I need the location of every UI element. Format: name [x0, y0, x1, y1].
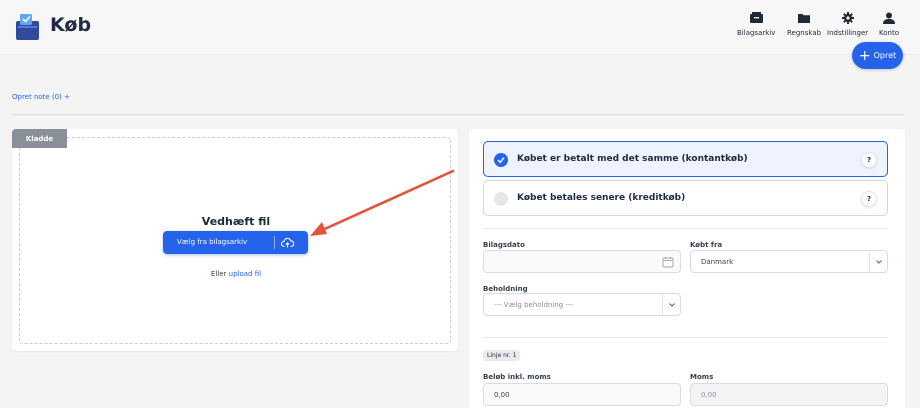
date-label: Bilagsdato: [483, 241, 525, 249]
upload-file-link[interactable]: upload fil: [229, 270, 261, 278]
vat-value: 0,00: [701, 391, 717, 399]
help-icon[interactable]: ?: [861, 152, 877, 168]
attachment-card: Vedhæft fil Vælg fra bilagsarkiv Eller u…: [12, 129, 458, 351]
choose-from-archive-button[interactable]: Vælg fra bilagsarkiv: [163, 231, 308, 254]
date-input[interactable]: [483, 250, 681, 273]
folder-icon: [797, 11, 811, 24]
option-cash-purchase[interactable]: Købet er betalt med det samme (kontantkø…: [483, 141, 888, 177]
nav-bilagsarkiv[interactable]: Bilagsarkiv: [737, 11, 775, 37]
chevron-down-icon: [662, 294, 680, 315]
purchase-app-icon: [16, 14, 39, 40]
create-note-link[interactable]: Opret note (0) +: [12, 93, 70, 101]
nav-regnskab[interactable]: Regnskab: [787, 11, 821, 37]
bought-from-value: Danmark: [701, 258, 734, 266]
holding-select[interactable]: --- Vælg beholdning ---: [483, 293, 681, 316]
nav-label: Regnskab: [787, 29, 822, 37]
option-label: Købet er betalt med det samme (kontantkø…: [517, 154, 748, 164]
button-separator: [274, 236, 275, 249]
user-icon: [882, 11, 896, 24]
nav-label: Indstillinger: [827, 29, 869, 37]
amount-value: 0,00: [494, 391, 510, 399]
archive-icon: [749, 11, 763, 24]
upload-hint: Eller upload fil: [20, 270, 452, 278]
choose-from-archive-label: Vælg fra bilagsarkiv: [177, 238, 248, 246]
nav-label: Bilagsarkiv: [737, 29, 776, 37]
option-credit-purchase[interactable]: Købet betales senere (kreditkøb) ?: [483, 180, 888, 216]
cloud-upload-icon[interactable]: [281, 236, 294, 249]
or-text: Eller: [210, 270, 227, 278]
divider: [483, 228, 888, 229]
divider: [12, 114, 904, 115]
line-number-badge: Linje nr. 1: [483, 350, 521, 361]
plus-icon: +: [858, 47, 871, 64]
calendar-icon[interactable]: [662, 256, 674, 268]
create-button-label: Opret: [873, 51, 897, 60]
bought-from-label: Købt fra: [690, 241, 723, 249]
holding-placeholder: --- Vælg beholdning ---: [494, 301, 573, 309]
help-icon[interactable]: ?: [861, 191, 877, 207]
chevron-down-icon: [869, 251, 887, 272]
nav-indstillinger[interactable]: Indstillinger: [827, 11, 868, 37]
radio-icon: [494, 192, 508, 206]
checkmark-icon: [494, 153, 508, 167]
vat-label: Moms: [690, 373, 714, 381]
page-title: Køb: [50, 14, 92, 36]
nav-konto[interactable]: Konto: [879, 11, 899, 37]
amount-label: Beløb inkl. moms: [483, 373, 551, 381]
vat-input: 0,00: [690, 383, 888, 406]
create-button[interactable]: + Opret: [852, 42, 903, 69]
divider: [483, 337, 888, 338]
purchase-form-card: Købet er betalt med det samme (kontantkø…: [469, 129, 905, 408]
annotation-arrow: [310, 169, 455, 236]
gear-icon: [841, 11, 855, 24]
amount-input[interactable]: 0,00: [483, 383, 681, 406]
holding-label: Beholdning: [483, 285, 528, 293]
top-bar: Køb Bilagsarkiv Regnskab Indstillinger K…: [0, 0, 920, 55]
bought-from-select[interactable]: Danmark: [690, 250, 888, 273]
draft-badge: Kladde: [12, 129, 67, 148]
option-label: Købet betales senere (kreditkøb): [517, 193, 686, 203]
nav-label: Konto: [879, 29, 899, 37]
